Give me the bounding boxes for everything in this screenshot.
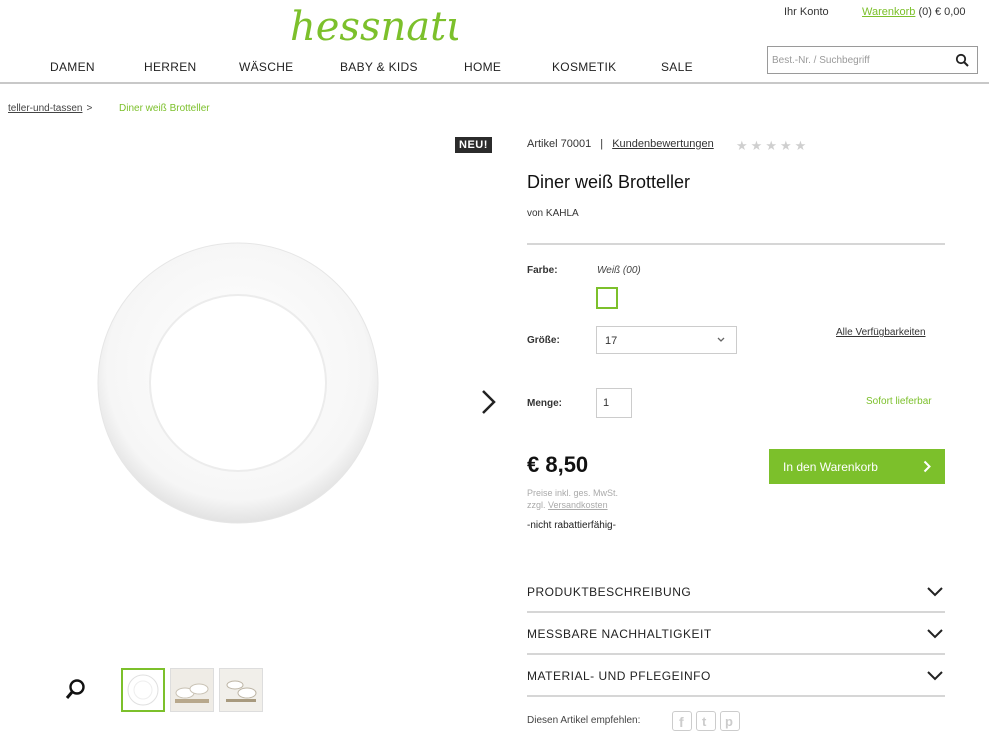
hessnatur-logo[interactable]: hessnatur (288, 0, 458, 50)
accordion-sustainability[interactable]: MESSBARE NACHHALTIGKEIT (527, 613, 945, 655)
facebook-icon[interactable]: f (672, 711, 692, 731)
product-title: Diner weiß Brotteller (527, 172, 691, 192)
price-note: Preise inkl. ges. MwSt. zzgl. Versandkos… (527, 487, 618, 511)
rating-stars[interactable]: ★ ★ ★ ★ ★ (736, 137, 809, 155)
svg-text:p: p (725, 714, 733, 729)
account-link[interactable]: Ihr Konto (784, 6, 829, 18)
main-nav: DAMEN HERREN WÄSCHE BABY & KIDS HOME KOS… (0, 60, 760, 80)
shipping-link[interactable]: Versandkosten (548, 500, 608, 510)
nav-item-home[interactable]: HOME (464, 60, 501, 74)
color-label: Farbe: (527, 265, 558, 276)
nav-item-herren[interactable]: HERREN (144, 60, 196, 74)
thumbnail-plate-image (127, 674, 159, 706)
product-brand: von KAHLA (527, 208, 579, 219)
breadcrumb-separator: > (86, 103, 93, 114)
star-icon[interactable]: ★ (780, 138, 792, 154)
share-label: Diesen Artikel empfehlen: (527, 715, 641, 726)
chevron-down-icon (717, 337, 725, 342)
accordion-material-care[interactable]: MATERIAL- UND PFLEGEINFO (527, 655, 945, 697)
breadcrumb-current: Diner weiß Brotteller (119, 103, 210, 114)
nav-item-damen[interactable]: DAMEN (50, 60, 95, 74)
product-price: € 8,50 (527, 452, 589, 477)
meta-divider: | (600, 138, 604, 150)
thumbnail-set-image (220, 669, 262, 711)
article-meta: Artikel 70001 | Kundenbewertungen (527, 138, 714, 150)
thumbnail-1[interactable] (121, 668, 165, 712)
add-to-cart-button[interactable]: In den Warenkorb (769, 449, 945, 484)
product-image[interactable] (96, 241, 380, 525)
svg-text:t: t (702, 714, 707, 729)
nav-item-waesche[interactable]: WÄSCHE (239, 60, 293, 74)
cart-summary[interactable]: Warenkorb (0) € 0,00 (862, 6, 966, 18)
breadcrumb-parent[interactable]: teller-und-tassen (8, 103, 82, 114)
add-to-cart-label: In den Warenkorb (783, 459, 878, 474)
nav-item-baby-kids[interactable]: BABY & KIDS (340, 60, 418, 74)
no-discount-note: -nicht rabattierfähig- (527, 520, 616, 531)
thumbnail-2[interactable] (170, 668, 214, 712)
size-label: Größe: (527, 335, 560, 346)
breadcrumb: teller-und-tassen > Diner weiß Brotteller (8, 103, 210, 114)
header-divider (0, 82, 989, 84)
pinterest-icon[interactable]: p (720, 711, 740, 731)
size-select[interactable]: 17 (596, 326, 737, 354)
reviews-link[interactable]: Kundenbewertungen (612, 138, 714, 150)
zoom-icon[interactable] (64, 677, 88, 701)
chevron-down-icon (927, 671, 943, 681)
product-divider (527, 243, 945, 245)
chevron-down-icon (927, 629, 943, 639)
chevron-right-icon (923, 460, 931, 473)
accordion-label: MESSBARE NACHHALTIGKEIT (527, 627, 712, 641)
thumbnail-table-image (171, 669, 213, 711)
accordion-label: PRODUKTBESCHREIBUNG (527, 585, 692, 599)
nav-item-sale[interactable]: SALE (661, 60, 693, 74)
logo-text: hessnatur (290, 4, 458, 50)
price-note-plus: zzgl. (527, 500, 546, 510)
stock-status: Sofort lieferbar (866, 396, 932, 407)
search-input[interactable] (772, 51, 947, 69)
nav-item-kosmetik[interactable]: KOSMETIK (552, 60, 616, 74)
star-icon[interactable]: ★ (795, 138, 807, 154)
cart-info: (0) € 0,00 (918, 6, 966, 18)
color-value: Weiß (00) (597, 265, 641, 276)
next-image-arrow-icon[interactable] (478, 388, 500, 416)
size-value: 17 (605, 335, 618, 347)
star-icon[interactable]: ★ (751, 138, 763, 154)
star-icon[interactable]: ★ (765, 138, 777, 154)
accordion-product-description[interactable]: PRODUKTBESCHREIBUNG (527, 571, 945, 613)
price-note-tax: Preise inkl. ges. MwSt. (527, 488, 619, 498)
article-number: Artikel 70001 (527, 138, 592, 150)
quantity-input[interactable]: 1 (596, 388, 632, 418)
svg-text:f: f (679, 714, 684, 730)
star-icon[interactable]: ★ (736, 138, 748, 154)
search-icon[interactable] (955, 53, 969, 67)
cart-link[interactable]: Warenkorb (862, 6, 915, 18)
thumbnail-3[interactable] (219, 668, 263, 712)
twitter-icon[interactable]: t (696, 711, 716, 731)
color-swatch-white[interactable] (596, 287, 618, 309)
availability-link[interactable]: Alle Verfügbarkeiten (836, 327, 926, 338)
quantity-label: Menge: (527, 398, 562, 409)
new-badge: NEU! (455, 137, 492, 153)
chevron-down-icon (927, 587, 943, 597)
search-box (767, 46, 978, 74)
accordion-label: MATERIAL- UND PFLEGEINFO (527, 669, 711, 683)
